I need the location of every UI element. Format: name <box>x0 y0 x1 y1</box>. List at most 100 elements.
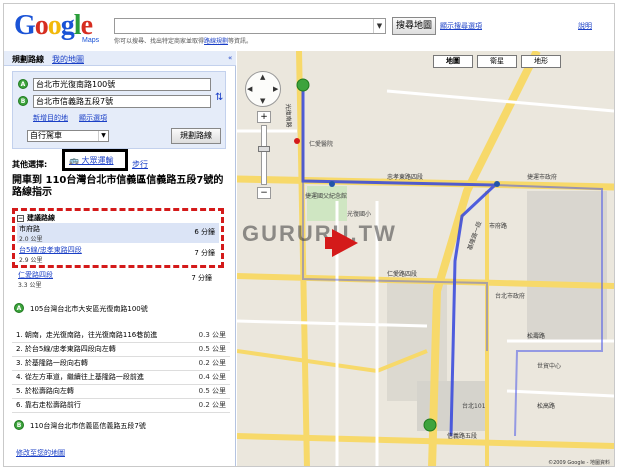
help-link[interactable]: 說明 <box>578 21 592 31</box>
pan-right-icon[interactable]: ▶ <box>273 85 278 93</box>
map-label: 台北市政府 <box>495 293 526 300</box>
step-distance: 0.2 公里 <box>198 401 226 409</box>
map-label: 仁愛路四段 <box>387 271 418 278</box>
step-list: 1. 朝南，走光復南路，往光復南路116巷前進 0.3 公里 2. 於台5線/忠孝… <box>12 329 230 413</box>
to-address-input[interactable]: 台北市信義路五段7號 <box>33 95 211 108</box>
pan-down-icon[interactable]: ▼ <box>260 97 265 105</box>
marker-b-icon: B <box>14 420 24 430</box>
map-type-map-button[interactable]: 地圖 <box>433 55 473 68</box>
direction-step[interactable]: 5. 於松壽路向左轉 0.5 公里 <box>12 385 230 399</box>
zoom-slider-thumb[interactable] <box>258 146 270 152</box>
save-to-my-maps-link[interactable]: 修改至您的地圖 <box>16 448 65 458</box>
direction-step[interactable]: 6. 靠右走松壽路前行 0.2 公里 <box>12 399 230 413</box>
step-text: 3. 於基隆路一段向右轉 <box>16 359 88 367</box>
logo-subtitle: Maps <box>82 37 100 44</box>
show-search-options-link[interactable]: 顯示搜尋選項 <box>440 21 482 31</box>
logo-letter: g <box>60 10 75 41</box>
map-label: 信義路五段 <box>447 433 478 440</box>
route-time: 7 分鐘 <box>191 274 212 282</box>
hint-directions-link[interactable]: 路線規劃 <box>204 38 228 45</box>
travel-mode-select[interactable]: 自行駕車 ▼ <box>27 130 109 142</box>
search-map-button[interactable]: 搜尋地圖 <box>392 17 436 35</box>
route-option-3[interactable]: 仁愛路四段 3.3 公里 7 分鐘 <box>16 269 216 289</box>
start-address: 105台灣台北市大安區光復南路100號 <box>30 305 148 313</box>
step-distance: 0.5 公里 <box>198 345 226 353</box>
step-text: 1. 朝南，走光復南路，往光復南路116巷前進 <box>16 331 158 339</box>
directions-panel: 規劃路線 我的地圖 « A 台北市光復南路100號 ⇅ B 台北市信義路五段7號… <box>4 51 236 466</box>
step-distance: 0.3 公里 <box>198 331 226 339</box>
from-address-input[interactable]: 台北市光復南路100號 <box>33 78 211 91</box>
bus-icon: 🚌 <box>69 156 79 165</box>
hint-suffix: 等資訊。 <box>228 38 253 45</box>
pan-left-icon[interactable]: ◀ <box>247 85 252 93</box>
map-label: 仁愛醫院 <box>309 141 334 148</box>
direction-step[interactable]: 1. 朝南，走光復南路，往光復南路116巷前進 0.3 公里 <box>12 329 230 343</box>
add-destination-link[interactable]: 新增目的地 <box>33 113 68 123</box>
direction-step[interactable]: 3. 於基隆路一段向右轉 0.2 公里 <box>12 357 230 371</box>
pan-control[interactable]: ▲ ◀ ▶ ▼ <box>245 71 281 107</box>
zoom-out-button[interactable]: − <box>257 187 271 199</box>
transit-option-highlight[interactable]: 🚌 大眾運輸 <box>62 149 128 171</box>
browser-window: Google Maps ▼ 搜尋地圖 顯示搜尋選項 說明 你可以搜尋、找出特定商… <box>3 3 615 467</box>
logo-letter: l <box>73 10 82 41</box>
chevron-down-icon[interactable]: ▼ <box>373 19 385 33</box>
transit-label: 大眾運輸 <box>81 156 114 165</box>
map-label: 松高路 <box>537 403 556 410</box>
end-address: 110台灣台北市信義區信義路五段7號 <box>30 422 146 430</box>
route-distance: 2.0 公里 <box>19 236 43 243</box>
route-time: 6 分鐘 <box>194 228 215 236</box>
walking-link[interactable]: 步行 <box>132 157 148 173</box>
map-label: 忠孝東路四段 <box>387 174 424 181</box>
search-input[interactable]: ▼ <box>114 18 386 34</box>
marker-a-icon: A <box>14 303 24 313</box>
direction-step[interactable]: 4. 從左方車道，繼續往上基隆路一段前進 0.4 公里 <box>12 371 230 385</box>
show-options-link[interactable]: 顯示選項 <box>79 113 107 123</box>
route-name: 仁愛路四段 <box>18 271 53 279</box>
map-marker-a[interactable] <box>296 78 310 92</box>
route-option-1[interactable]: 市府路 2.0 公里 6 分鐘 <box>17 223 219 243</box>
collapse-panel-icon[interactable]: « <box>228 54 232 62</box>
map-label: 世貿中心 <box>537 363 562 370</box>
header: Google Maps ▼ 搜尋地圖 顯示搜尋選項 說明 你可以搜尋、找出特定商… <box>4 4 614 50</box>
map-label: 台北101 <box>462 403 486 410</box>
map-canvas <box>237 51 614 466</box>
city-block <box>527 191 607 341</box>
map-copyright: ©2009 Google - 地圖資料 <box>548 460 610 466</box>
route-option-2[interactable]: 台5線/忠孝東路四段 2.9 公里 7 分鐘 <box>17 244 219 264</box>
map-label: 市府路 <box>489 223 508 230</box>
route-name: 台5線/忠孝東路四段 <box>19 246 82 254</box>
pan-up-icon[interactable]: ▲ <box>260 73 265 81</box>
watermark-text: GURURU.TW <box>242 221 397 246</box>
swap-addresses-icon[interactable]: ⇅ <box>215 92 223 103</box>
map-label: 松壽路 <box>527 333 546 340</box>
zoom-slider[interactable] <box>258 125 270 185</box>
marker-b-icon: B <box>18 96 28 106</box>
logo-letter: o <box>34 10 49 41</box>
route-time: 7 分鐘 <box>194 249 215 257</box>
tab-my-maps[interactable]: 我的地圖 <box>52 54 84 65</box>
step-distance: 0.4 公里 <box>198 373 226 381</box>
other-options-label: 其他選擇: <box>12 160 48 169</box>
tab-directions[interactable]: 規劃路線 <box>12 54 44 65</box>
step-distance: 0.2 公里 <box>198 359 226 367</box>
direction-step[interactable]: 2. 於台5線/忠孝東路四段向左轉 0.5 公里 <box>12 343 230 357</box>
transit-link[interactable]: 🚌 大眾運輸 <box>69 155 114 166</box>
metro-icon <box>494 181 500 187</box>
map-marker-b[interactable] <box>423 418 437 432</box>
google-maps-logo[interactable]: Google <box>14 10 93 41</box>
step-text: 4. 從左方車道，繼續往上基隆路一段前進 <box>16 373 144 381</box>
map-label: 光復國小 <box>347 211 372 218</box>
map-type-terrain-button[interactable]: 地形 <box>521 55 561 68</box>
zoom-in-button[interactable]: + <box>257 111 271 123</box>
chevron-down-icon: ▼ <box>98 131 108 141</box>
suggested-routes-header[interactable]: − 建議路線 <box>17 213 55 223</box>
map-type-satellite-button[interactable]: 衛星 <box>477 55 517 68</box>
metro-icon <box>329 181 335 187</box>
logo-letter: e <box>80 10 93 41</box>
map-view[interactable]: 地圖 衛星 地形 ▲ ◀ ▶ ▼ + − 光復南路 忠孝東路四段 捷運市政府 捷… <box>237 51 614 466</box>
hint-prefix: 你可以搜尋、找出特定商家並取得 <box>114 38 205 45</box>
travel-mode-value: 自行駕車 <box>30 131 62 140</box>
map-label: 捷運國父紀念館 <box>305 193 348 200</box>
get-directions-button[interactable]: 規劃路線 <box>171 128 221 144</box>
marker-a-icon: A <box>18 79 28 89</box>
